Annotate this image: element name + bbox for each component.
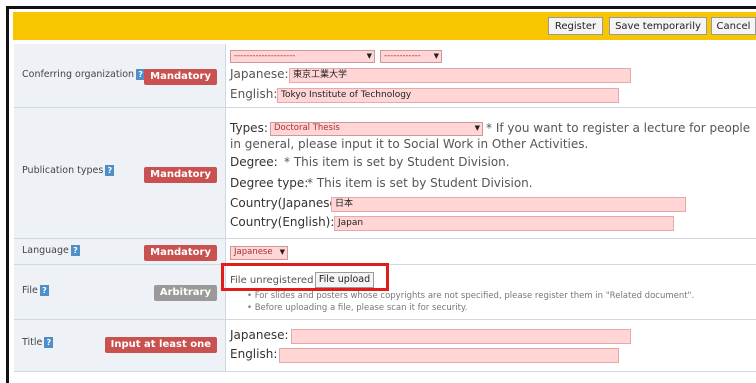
copyright-note: • For slides and posters whose copyright… (247, 291, 695, 301)
title-english-label: English: (230, 347, 278, 361)
save-temporarily-button[interactable]: Save temporarily (609, 17, 707, 35)
select-value: Doctoral Thesis (274, 123, 340, 133)
mandatory-badge: Mandatory (144, 245, 217, 261)
degree-type-label: Degree type: (230, 176, 309, 190)
degree-type-note: * This item is set by Student Division. (307, 176, 533, 190)
mandatory-badge: Mandatory (144, 69, 217, 85)
help-icon[interactable]: ? (39, 285, 49, 296)
title-japanese-input[interactable] (291, 329, 631, 344)
label-text: Title (22, 337, 43, 348)
label-cell: Publication types? Mandatory (14, 108, 226, 238)
cancel-button[interactable]: Cancel (711, 17, 756, 35)
copyright-note-text: For slides and posters whose copyrights … (254, 291, 695, 301)
language-select[interactable]: Japanese ▼ (230, 246, 288, 260)
types-select[interactable]: Doctoral Thesis ▼ (270, 122, 483, 136)
organization-select-1[interactable]: -------------------- ▼ (230, 50, 375, 63)
types-note-continued: in general, please input it to Social Wo… (230, 137, 589, 151)
file-label: File? (22, 285, 49, 296)
japanese-label: Japanese: (230, 67, 289, 81)
country-japanese-label: Country(Japanese): (230, 196, 346, 210)
language-label: Language? (22, 245, 80, 256)
label-cell: Conferring organization? Mandatory (14, 44, 226, 107)
types-label: Types: (230, 121, 268, 135)
label-cell: Title? Input at least one (14, 320, 226, 371)
select-value: Japanese (234, 247, 273, 257)
language-row: Language? Mandatory (14, 239, 756, 265)
select-value: -------------------- (234, 51, 296, 61)
org-english-input[interactable]: Tokyo Institute of Technology (277, 88, 619, 103)
dropdown-arrow-icon: ▼ (433, 52, 439, 60)
highlight-box (221, 263, 389, 291)
publication-types-label: Publication types? (22, 165, 115, 176)
arbitrary-badge: Arbitrary (153, 285, 217, 301)
degree-label: Degree: (230, 155, 278, 169)
label-text: Language (22, 245, 69, 256)
org-japanese-input[interactable]: 東京工業大学 (289, 68, 631, 83)
degree-note: * This item is set by Student Division. (284, 155, 510, 169)
country-japanese-input[interactable]: 日本 (331, 197, 686, 212)
country-english-input[interactable]: Japan (334, 216, 674, 231)
types-note: * If you want to register a lecture for … (486, 121, 751, 135)
security-note: • Before uploading a file, please scan i… (247, 303, 468, 313)
conferring-organization-label: Conferring organization? (22, 69, 146, 80)
title-label: Title? (22, 337, 54, 348)
label-text: Publication types (22, 165, 104, 176)
select-value: ------------ (384, 51, 421, 61)
register-button[interactable]: Register (548, 17, 603, 35)
help-icon[interactable]: ? (105, 165, 115, 176)
title-japanese-label: Japanese: (230, 328, 289, 342)
dropdown-arrow-icon: ▼ (474, 124, 480, 132)
security-note-text: Before uploading a file, please scan it … (254, 303, 468, 313)
help-icon[interactable]: ? (70, 245, 80, 256)
english-label: English: (230, 87, 278, 101)
title-english-input[interactable] (279, 348, 619, 363)
input-at-least-one-badge: Input at least one (104, 337, 217, 353)
dropdown-arrow-icon: ▼ (279, 248, 285, 256)
label-text: Conferring organization (22, 69, 135, 80)
dropdown-arrow-icon: ▼ (366, 52, 372, 60)
organization-select-2[interactable]: ------------ ▼ (380, 50, 442, 63)
label-text: File (22, 285, 38, 296)
label-cell: Language? Mandatory (14, 239, 226, 264)
mandatory-badge: Mandatory (144, 167, 217, 183)
label-cell: File? Arbitrary (14, 265, 226, 319)
title-row: Title? Input at least one (14, 320, 756, 372)
help-icon[interactable]: ? (44, 337, 54, 348)
country-english-label: Country(English): (230, 215, 335, 229)
